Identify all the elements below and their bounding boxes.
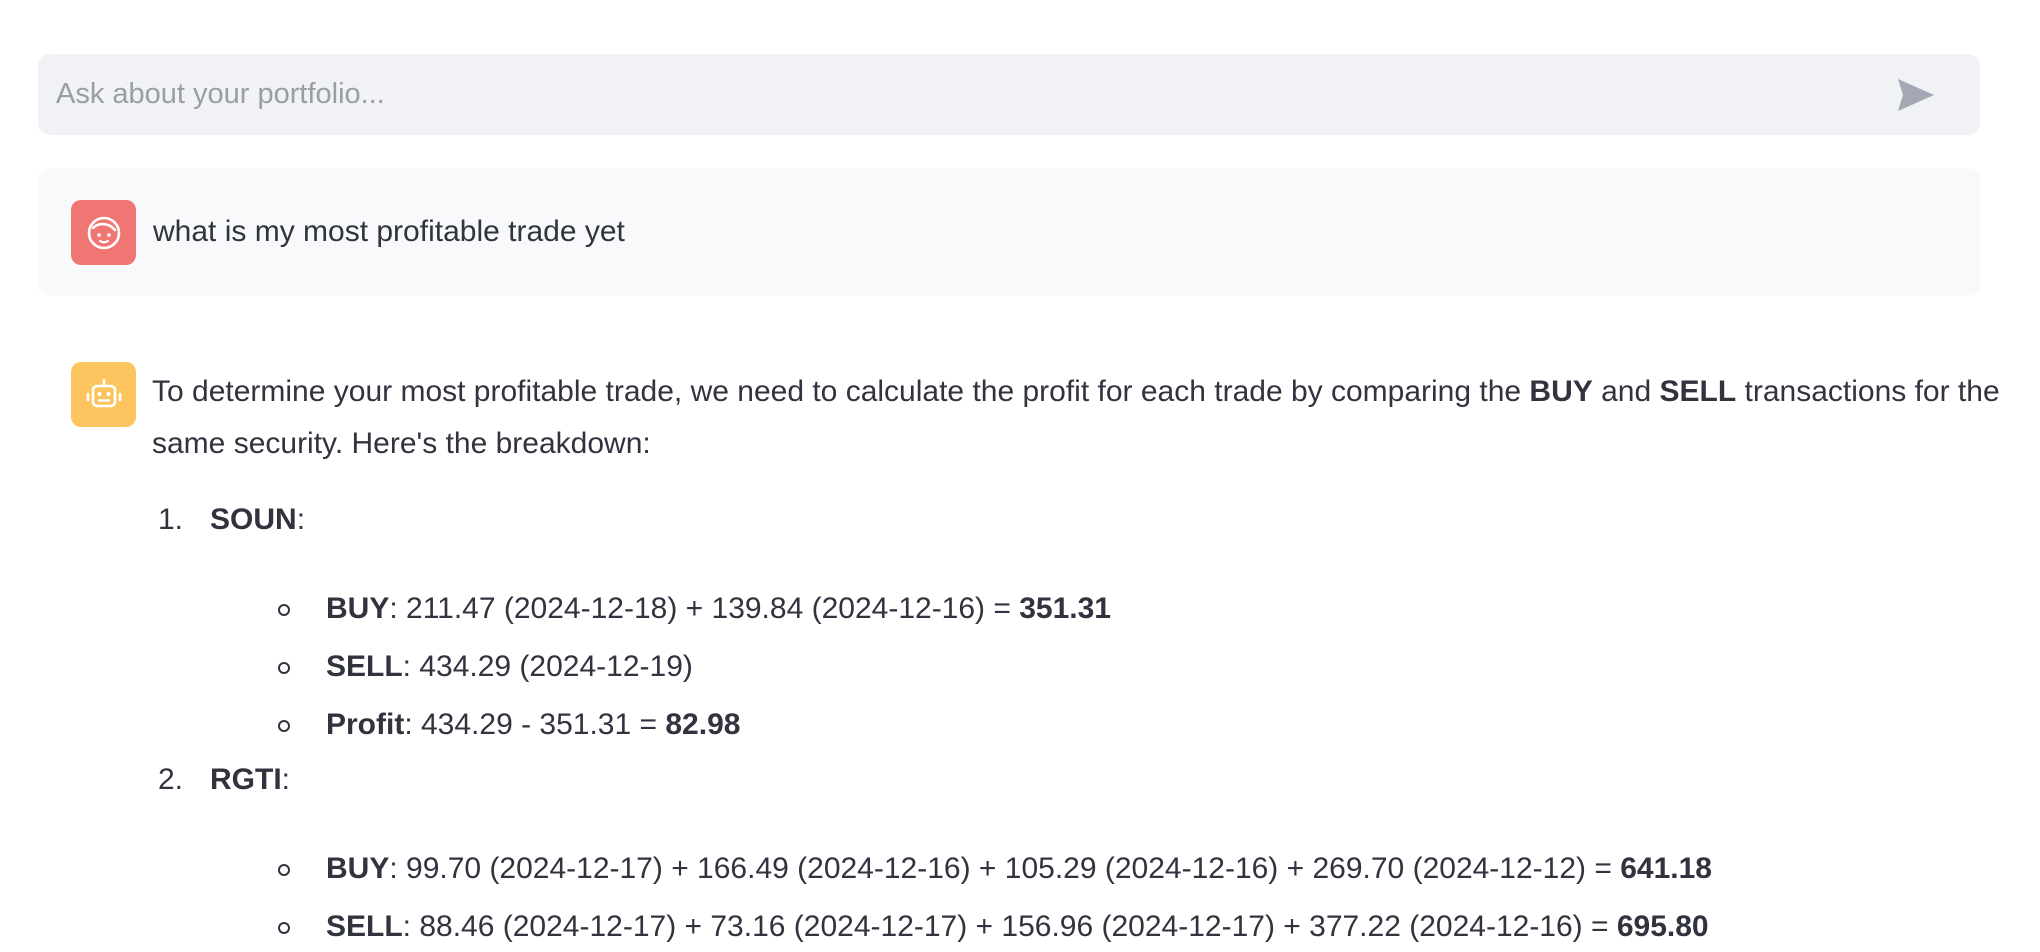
circle-bullet-icon: [278, 604, 290, 616]
trade-security: SOUN:: [210, 494, 2012, 546]
assistant-message-body: To determine your most profitable trade,…: [152, 366, 2012, 952]
sell-text: : 434.29 (2024-12-19): [402, 650, 693, 683]
buy-text: : 99.70 (2024-12-17) + 166.49 (2024-12-1…: [389, 852, 1621, 885]
circle-bullet-icon: [278, 720, 290, 732]
intro-text: and: [1592, 375, 1660, 408]
sell-line: SELL: 88.46 (2024-12-17) + 73.16 (2024-1…: [210, 898, 2012, 952]
sell-line: SELL: 434.29 (2024-12-19): [210, 638, 2012, 696]
user-message-text: what is my most profitable trade yet: [153, 215, 625, 248]
profit-value: 82.98: [665, 708, 741, 741]
buy-label: BUY: [326, 592, 390, 625]
chat-input-bar: [38, 54, 1980, 135]
security-symbol: SOUN: [210, 503, 297, 536]
buy-total: 641.18: [1620, 852, 1712, 885]
user-message: what is my most profitable trade yet: [38, 168, 1980, 296]
trade-details: BUY: 99.70 (2024-12-17) + 166.49 (2024-1…: [210, 840, 2012, 952]
list-number: 1.: [158, 503, 184, 536]
profit-text: : 434.29 - 351.31 =: [404, 708, 666, 741]
trades-list: 1. SOUN: BUY: 211.47 (2024-12-18) + 139.…: [152, 494, 2012, 952]
security-symbol: RGTI: [210, 763, 282, 796]
assistant-intro: To determine your most profitable trade,…: [152, 366, 2012, 470]
buy-line: BUY: 99.70 (2024-12-17) + 166.49 (2024-1…: [210, 840, 2012, 898]
security-colon: :: [281, 763, 291, 796]
buy-text: : 211.47 (2024-12-18) + 139.84 (2024-12-…: [389, 592, 1020, 625]
profit-label: Profit: [326, 708, 405, 741]
send-button[interactable]: [1886, 65, 1946, 125]
chat-page: what is my most profitable trade yet To …: [0, 0, 2040, 952]
user-avatar: [71, 200, 136, 265]
user-face-icon: [87, 216, 120, 249]
list-number: 2.: [158, 763, 184, 796]
security-colon: :: [296, 503, 306, 536]
trade-item-soun: 1. SOUN: BUY: 211.47 (2024-12-18) + 139.…: [152, 494, 2012, 754]
circle-bullet-icon: [278, 662, 290, 674]
intro-sell-bold: SELL: [1659, 375, 1737, 408]
trade-details: BUY: 211.47 (2024-12-18) + 139.84 (2024-…: [210, 580, 2012, 754]
trade-security: RGTI:: [210, 754, 2012, 806]
trade-item-rgti: 2. RGTI: BUY: 99.70 (2024-12-17) + 166.4…: [152, 754, 2012, 952]
sell-label: SELL: [326, 650, 403, 683]
sell-text: : 88.46 (2024-12-17) + 73.16 (2024-12-17…: [402, 910, 1617, 943]
sell-total: 695.80: [1616, 910, 1709, 943]
buy-label: BUY: [326, 852, 390, 885]
sell-label: SELL: [326, 910, 403, 943]
assistant-avatar: [71, 362, 136, 427]
chat-input[interactable]: [38, 54, 1886, 135]
circle-bullet-icon: [278, 922, 290, 934]
buy-total: 351.31: [1019, 592, 1111, 625]
robot-icon: [86, 378, 121, 407]
intro-buy-bold: BUY: [1529, 375, 1593, 408]
circle-bullet-icon: [278, 864, 290, 876]
profit-line: Profit: 434.29 - 351.31 = 82.98: [210, 696, 2012, 754]
buy-line: BUY: 211.47 (2024-12-18) + 139.84 (2024-…: [210, 580, 2012, 638]
send-arrow-icon: [1898, 78, 1934, 111]
intro-text: To determine your most profitable trade,…: [152, 375, 1530, 408]
